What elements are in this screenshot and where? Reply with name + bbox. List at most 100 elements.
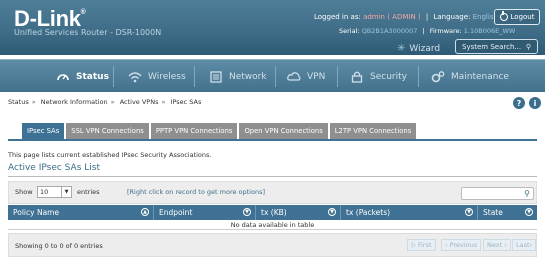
breadcrumb-separator: » (31, 98, 36, 106)
breadcrumb-item[interactable]: Network Information (41, 98, 108, 106)
breadcrumb-item-current: IPsec SAs (170, 98, 202, 106)
pager-label: First (417, 241, 432, 249)
nav-item-network[interactable]: Network (209, 60, 267, 93)
vpn-icon (287, 71, 301, 81)
tab-pptp-vpn[interactable]: PPTP VPN Connections (150, 123, 238, 139)
chevron-down-icon: ▼ (61, 187, 71, 197)
table-footer: Showing 0 to 0 of 0 entries |‹ First ‹ P… (8, 233, 537, 257)
breadcrumb-separator: » (110, 98, 115, 106)
top-header: D-Link® Unified Services Router - DSR-10… (0, 0, 545, 55)
column-state[interactable]: State ▼ (478, 205, 537, 220)
wizard-label: Wizard (409, 43, 441, 54)
next-icon: › (502, 241, 507, 249)
page-description: This page lists current established IPse… (8, 151, 212, 159)
pager-last-button[interactable]: Last › (512, 239, 537, 251)
nav-label-security: Security (370, 71, 407, 82)
nav-divider (194, 66, 195, 87)
show-label: Show (15, 188, 33, 196)
search-icon: ⚲ (525, 42, 531, 51)
nav-divider (337, 66, 338, 87)
logout-label: Logout (510, 13, 535, 21)
gears-icon (431, 70, 445, 82)
nav-label-wireless: Wireless (148, 71, 186, 82)
wifi-icon (128, 71, 142, 82)
empty-table-message: No data available in table (8, 220, 537, 230)
first-page-icon: |‹ (411, 241, 418, 249)
nav-label-vpn: VPN (307, 71, 326, 82)
tab-underline (8, 139, 537, 141)
nav-divider (275, 66, 276, 87)
pager-label: Last (516, 241, 530, 249)
logout-button[interactable]: Logout (494, 9, 540, 25)
help-icon[interactable]: ? (513, 97, 525, 109)
nav-item-wireless[interactable]: Wireless (128, 60, 186, 93)
sort-icon: ▼ (525, 208, 533, 216)
language-label: Language: (433, 13, 471, 21)
gauge-icon (57, 73, 69, 80)
nav-label-status: Status (76, 71, 109, 82)
tab-ipsec-sas[interactable]: IPsec SAs (22, 123, 65, 139)
table-search-input[interactable]: ⚲ (461, 187, 534, 200)
breadcrumb-separator: » (161, 98, 166, 106)
tab-l2tp-vpn[interactable]: L2TP VPN Connections (329, 123, 417, 139)
breadcrumb: Status» Network Information» Active VPNs… (8, 98, 201, 106)
separator: | (422, 27, 425, 35)
column-tx-kb[interactable]: tx (KB) ▼ (256, 205, 341, 220)
column-label: Policy Name (13, 208, 60, 217)
sort-icon: ▼ (465, 208, 473, 216)
nav-item-security[interactable]: Security (350, 60, 407, 93)
system-search-input[interactable]: System Search... ⚲ (455, 39, 538, 54)
search-icon: ⚲ (524, 189, 530, 198)
nav-divider (418, 66, 419, 87)
column-endpoint[interactable]: Endpoint ▼ (154, 205, 256, 220)
login-info: Logged in as: admin ( ADMIN ) | Language… (314, 13, 515, 21)
showing-entries: Showing 0 to 0 of 0 entries (15, 242, 103, 250)
breadcrumb-item[interactable]: Active VPNs (120, 98, 159, 106)
column-label: State (483, 208, 503, 217)
table-header: Policy Name ▲ Endpoint ▼ tx (KB) ▼ tx (P… (8, 205, 537, 220)
nav-item-status[interactable]: Status (56, 60, 109, 93)
column-policy-name[interactable]: Policy Name ▲ (8, 205, 154, 220)
nav-label-network: Network (229, 71, 267, 82)
wizard-link[interactable]: ✳ Wizard (397, 43, 440, 54)
info-icon[interactable]: i (529, 97, 541, 109)
nav-item-vpn[interactable]: VPN (287, 60, 325, 93)
search-placeholder: System Search... (462, 42, 522, 51)
sort-icon: ▼ (243, 208, 251, 216)
entries-value: 10 (40, 188, 49, 196)
wand-icon: ✳ (397, 43, 406, 54)
tab-ssl-vpn[interactable]: SSL VPN Connections (66, 123, 149, 139)
nav-item-maintenance[interactable]: Maintenance (431, 60, 509, 93)
separator: | (425, 13, 429, 21)
tab-bar: IPsec SAs SSL VPN Connections PPTP VPN C… (22, 123, 417, 139)
column-tx-packets[interactable]: tx (Packets) ▼ (341, 205, 478, 220)
tab-open-vpn[interactable]: Open VPN Connections (239, 123, 328, 139)
pager-previous-button[interactable]: ‹ Previous (441, 239, 482, 251)
pager-label: Next (487, 241, 503, 249)
main-nav: Status Wireless Network VPN Security Mai… (0, 59, 545, 92)
lock-icon (351, 71, 363, 83)
firmware-value: 1.10B006E_WW (463, 27, 516, 35)
sort-icon: ▼ (328, 208, 336, 216)
power-icon (499, 11, 508, 21)
last-page-icon: › (529, 241, 533, 249)
sort-icon: ▲ (141, 208, 149, 216)
product-subtitle: Unified Services Router - DSR-1000N (14, 28, 162, 37)
breadcrumb-item[interactable]: Status (8, 98, 29, 106)
pager-next-button[interactable]: Next › (483, 239, 511, 251)
network-icon (210, 70, 222, 83)
serial-label: Serial: (339, 27, 360, 35)
column-label: tx (KB) (261, 208, 287, 217)
device-info: Serial: QB2B1A3000007 | Firmware: 1.10B0… (339, 27, 515, 35)
divider (8, 176, 537, 177)
list-title: Active IPsec SAs List (8, 163, 100, 173)
table-controls: Show 10 ▼ entries [Right click on record… (8, 181, 537, 204)
right-click-hint: [Right click on record to get more optio… (127, 188, 266, 196)
pager-first-button[interactable]: |‹ First (407, 239, 436, 251)
entries-select[interactable]: 10 ▼ (37, 186, 72, 198)
logged-in-label: Logged in as: (314, 13, 361, 21)
pager-label: Previous (449, 241, 478, 249)
nav-divider (113, 66, 114, 87)
logged-in-user: admin ( ADMIN ) (363, 13, 421, 21)
nav-label-maintenance: Maintenance (451, 71, 509, 82)
